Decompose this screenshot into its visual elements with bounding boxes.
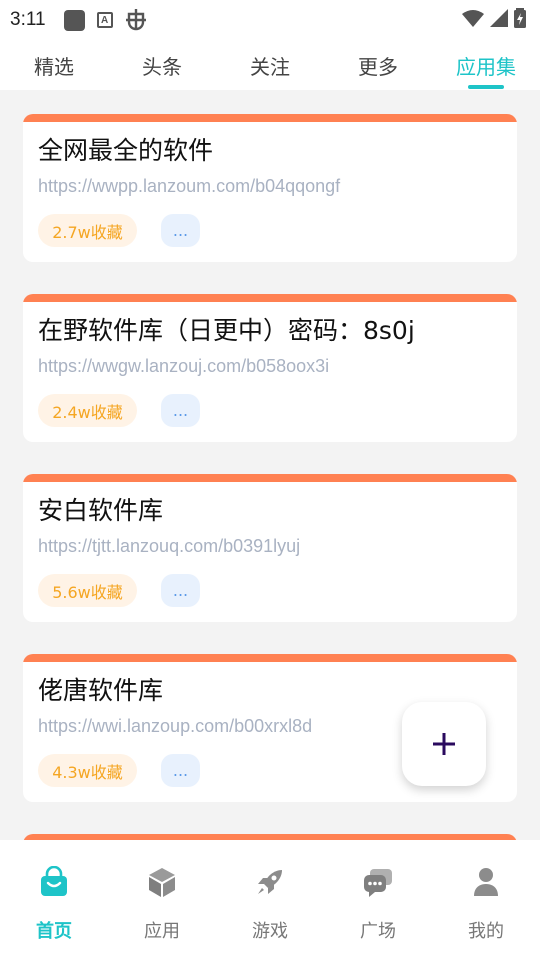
card-title: 全网最全的软件 xyxy=(38,136,214,165)
bottom-nav: 首页 应用 游戏 广场 我的 xyxy=(0,840,540,960)
tab-more[interactable]: 更多 xyxy=(324,40,432,90)
tab-label: 更多 xyxy=(358,55,398,79)
rocket-icon xyxy=(258,870,282,894)
nav-square[interactable]: 广场 xyxy=(324,840,432,960)
bag-icon xyxy=(41,866,67,896)
card-url[interactable]: https://tjtt.lanzouq.com/b0391lyuj xyxy=(38,536,300,557)
favorites-badge[interactable]: 2.4w收藏 xyxy=(38,394,137,427)
card-accent-bar xyxy=(23,294,517,302)
tab-label: 头条 xyxy=(142,55,182,79)
nav-apps[interactable]: 应用 xyxy=(108,840,216,960)
card-title: 佬唐软件库 xyxy=(38,676,164,705)
nav-home[interactable]: 首页 xyxy=(0,840,108,960)
card-accent-bar xyxy=(23,474,517,482)
favorites-badge[interactable]: 4.3w收藏 xyxy=(38,754,137,787)
add-button[interactable] xyxy=(402,702,486,786)
tab-featured[interactable]: 精选 xyxy=(0,40,108,90)
more-button[interactable]: ... xyxy=(161,574,200,607)
card-url[interactable]: https://wwpp.lanzoum.com/b04qqongf xyxy=(38,176,340,197)
nav-label: 首页 xyxy=(36,921,72,942)
status-bar: 3:11 A xyxy=(0,0,540,40)
nav-label: 游戏 xyxy=(252,921,288,942)
active-tab-indicator xyxy=(468,85,504,89)
top-tab-bar: 精选 头条 关注 更多 应用集 xyxy=(0,40,540,90)
signal-icon xyxy=(490,9,508,31)
collection-card[interactable]: 在野软件库（日更中）密码：8s0j https://wwgw.lanzouj.c… xyxy=(23,294,517,442)
nav-label: 广场 xyxy=(360,921,396,942)
favorites-badge[interactable]: 5.6w收藏 xyxy=(38,574,137,607)
person-icon xyxy=(474,868,498,896)
card-accent-bar xyxy=(23,114,517,122)
nav-label: 我的 xyxy=(468,921,504,942)
card-url[interactable]: https://wwi.lanzoup.com/b00xrxl8d xyxy=(38,716,312,737)
battery-icon xyxy=(514,8,526,32)
nav-profile[interactable]: 我的 xyxy=(432,840,540,960)
nav-games[interactable]: 游戏 xyxy=(216,840,324,960)
plus-icon xyxy=(433,733,455,755)
card-url[interactable]: https://wwgw.lanzouj.com/b058oox3i xyxy=(38,356,329,377)
more-button[interactable]: ... xyxy=(161,214,200,247)
more-button[interactable]: ... xyxy=(161,394,200,427)
status-time: 3:11 xyxy=(10,9,46,30)
favorites-badge[interactable]: 2.7w收藏 xyxy=(38,214,137,247)
tab-following[interactable]: 关注 xyxy=(216,40,324,90)
nav-label: 应用 xyxy=(144,921,180,942)
wifi-icon xyxy=(462,9,484,31)
bug-icon xyxy=(125,8,147,32)
tab-headlines[interactable]: 头条 xyxy=(108,40,216,90)
tab-label: 精选 xyxy=(34,55,74,79)
tab-app-collections[interactable]: 应用集 xyxy=(432,40,540,90)
collection-card[interactable]: 安白软件库 https://tjtt.lanzouq.com/b0391lyuj… xyxy=(23,474,517,622)
tab-label: 应用集 xyxy=(456,55,516,79)
collection-card[interactable]: 全网最全的软件 https://wwpp.lanzoum.com/b04qqon… xyxy=(23,114,517,262)
more-button[interactable]: ... xyxy=(161,754,200,787)
card-accent-bar xyxy=(23,654,517,662)
card-title: 在野软件库（日更中）密码：8s0j xyxy=(38,316,415,345)
app-notification-icon xyxy=(63,9,85,31)
cube-icon xyxy=(149,868,175,897)
tab-label: 关注 xyxy=(250,55,290,79)
chat-icon xyxy=(364,869,392,897)
font-notification-icon: A xyxy=(96,12,113,28)
card-title: 安白软件库 xyxy=(38,496,164,525)
